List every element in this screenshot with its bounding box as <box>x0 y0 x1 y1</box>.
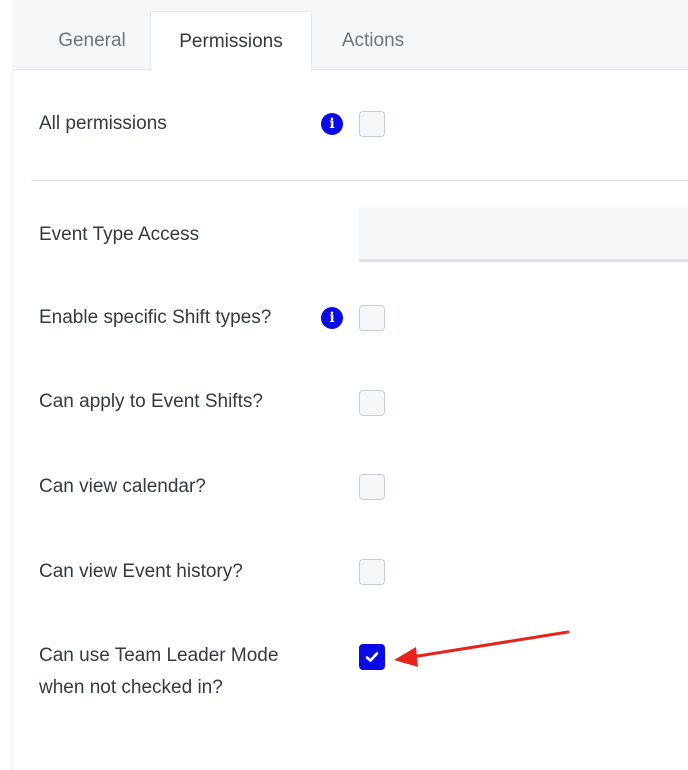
view-calendar-checkbox[interactable] <box>359 474 385 500</box>
apply-event-shifts-checkbox[interactable] <box>359 390 385 416</box>
settings-frame: General Permissions Actions All permissi… <box>12 0 688 770</box>
tab-bar: General Permissions Actions <box>12 0 688 71</box>
team-leader-mode-checkbox[interactable] <box>359 644 385 670</box>
enable-shift-types-label: Enable specific Shift types? <box>39 307 272 328</box>
all-permissions-checkbox[interactable] <box>359 111 385 137</box>
enable-shift-types-checkbox[interactable] <box>359 305 385 331</box>
info-icon[interactable]: i <box>321 307 343 329</box>
annotation-arrow-icon <box>394 630 570 667</box>
tab-actions[interactable]: Actions <box>312 11 434 71</box>
divider <box>31 180 688 181</box>
team-leader-mode-label-line1: Can use Team Leader Mode <box>39 645 279 666</box>
team-leader-mode-label-line2: when not checked in? <box>39 677 223 698</box>
tab-general[interactable]: General <box>32 11 152 71</box>
tab-permissions[interactable]: Permissions <box>150 11 312 71</box>
permissions-panel: All permissions i Event Type Access Enab… <box>12 70 688 770</box>
view-event-history-label: Can view Event history? <box>39 561 243 582</box>
apply-event-shifts-label: Can apply to Event Shifts? <box>39 391 263 412</box>
team-leader-mode-label: Can use Team Leader Mode when not checke… <box>39 640 278 704</box>
check-icon <box>365 652 379 662</box>
view-event-history-checkbox[interactable] <box>359 559 385 585</box>
view-calendar-label: Can view calendar? <box>39 476 206 497</box>
event-type-access-label: Event Type Access <box>39 224 200 245</box>
info-icon[interactable]: i <box>321 113 343 135</box>
event-type-access-select[interactable] <box>359 207 688 262</box>
all-permissions-label: All permissions <box>39 113 167 134</box>
